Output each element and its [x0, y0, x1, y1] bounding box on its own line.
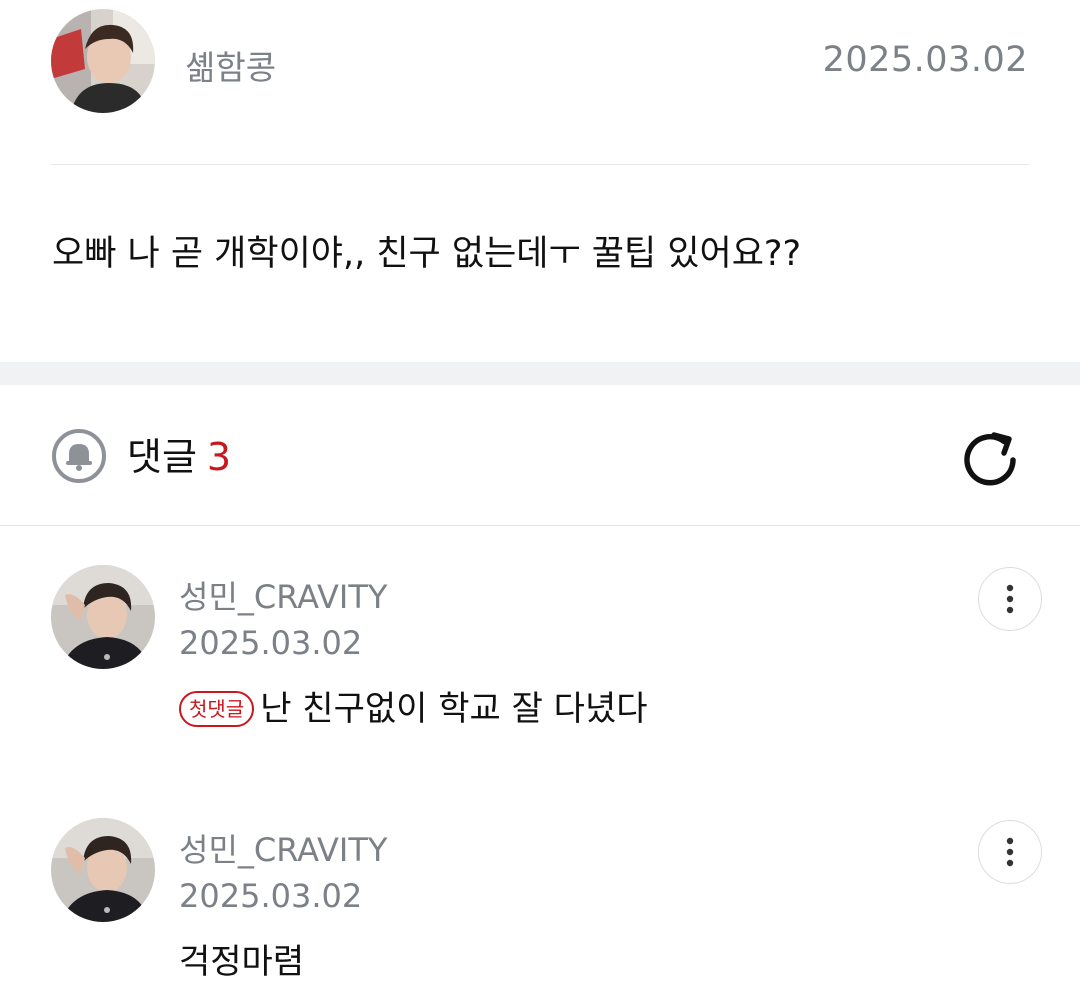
section-divider: [0, 362, 1080, 385]
comments-label: 댓글: [127, 435, 197, 479]
comment-item: 성민_CRAVITY 2025.03.02 첫댓글 난 친구없이 학교 잘 다녔…: [0, 565, 1080, 765]
post-body: 오빠 나 곧 개학이야,, 친구 없는데ㅜ 꿀팁 있어요??: [52, 234, 802, 274]
comment-date: 2025.03.02: [179, 624, 363, 662]
comment-body: 난 친구없이 학교 잘 다녔다: [260, 689, 648, 729]
comments-title: 댓글 3: [127, 433, 231, 481]
comment-author[interactable]: 성민_CRAVITY: [179, 830, 387, 870]
bell-icon: [52, 429, 106, 483]
author-name[interactable]: 셺함콩: [185, 46, 276, 90]
post-date: 2025.03.02: [822, 40, 1028, 80]
commenter-avatar[interactable]: [51, 565, 155, 669]
header-divider: [51, 164, 1029, 165]
comment-body: 걱정마렴: [179, 942, 305, 982]
comment-text: 첫댓글 난 친구없이 학교 잘 다녔다: [179, 685, 648, 733]
comment-item: 성민_CRAVITY 2025.03.02 걱정마렴: [0, 818, 1080, 1006]
refresh-icon[interactable]: [957, 427, 1023, 493]
comment-more-button[interactable]: [978, 820, 1042, 884]
post-header: 셺함콩 2025.03.02: [0, 0, 1080, 165]
comments-header: 댓글 3: [0, 385, 1080, 525]
comment-date: 2025.03.02: [179, 877, 363, 915]
comments-count: 3: [206, 435, 232, 479]
comment-author[interactable]: 성민_CRAVITY: [179, 577, 387, 617]
commenter-avatar-image: [51, 818, 155, 922]
commenter-avatar-image: [51, 565, 155, 669]
comment-more-button[interactable]: [978, 567, 1042, 631]
more-vertical-icon: [1006, 584, 1014, 614]
first-comment-badge: 첫댓글: [179, 691, 255, 727]
more-vertical-icon: [1006, 837, 1014, 867]
author-avatar-image: [51, 9, 155, 113]
commenter-avatar[interactable]: [51, 818, 155, 922]
comments-divider: [0, 525, 1080, 526]
author-avatar[interactable]: [51, 9, 155, 113]
comment-text: 걱정마렴: [179, 938, 304, 986]
